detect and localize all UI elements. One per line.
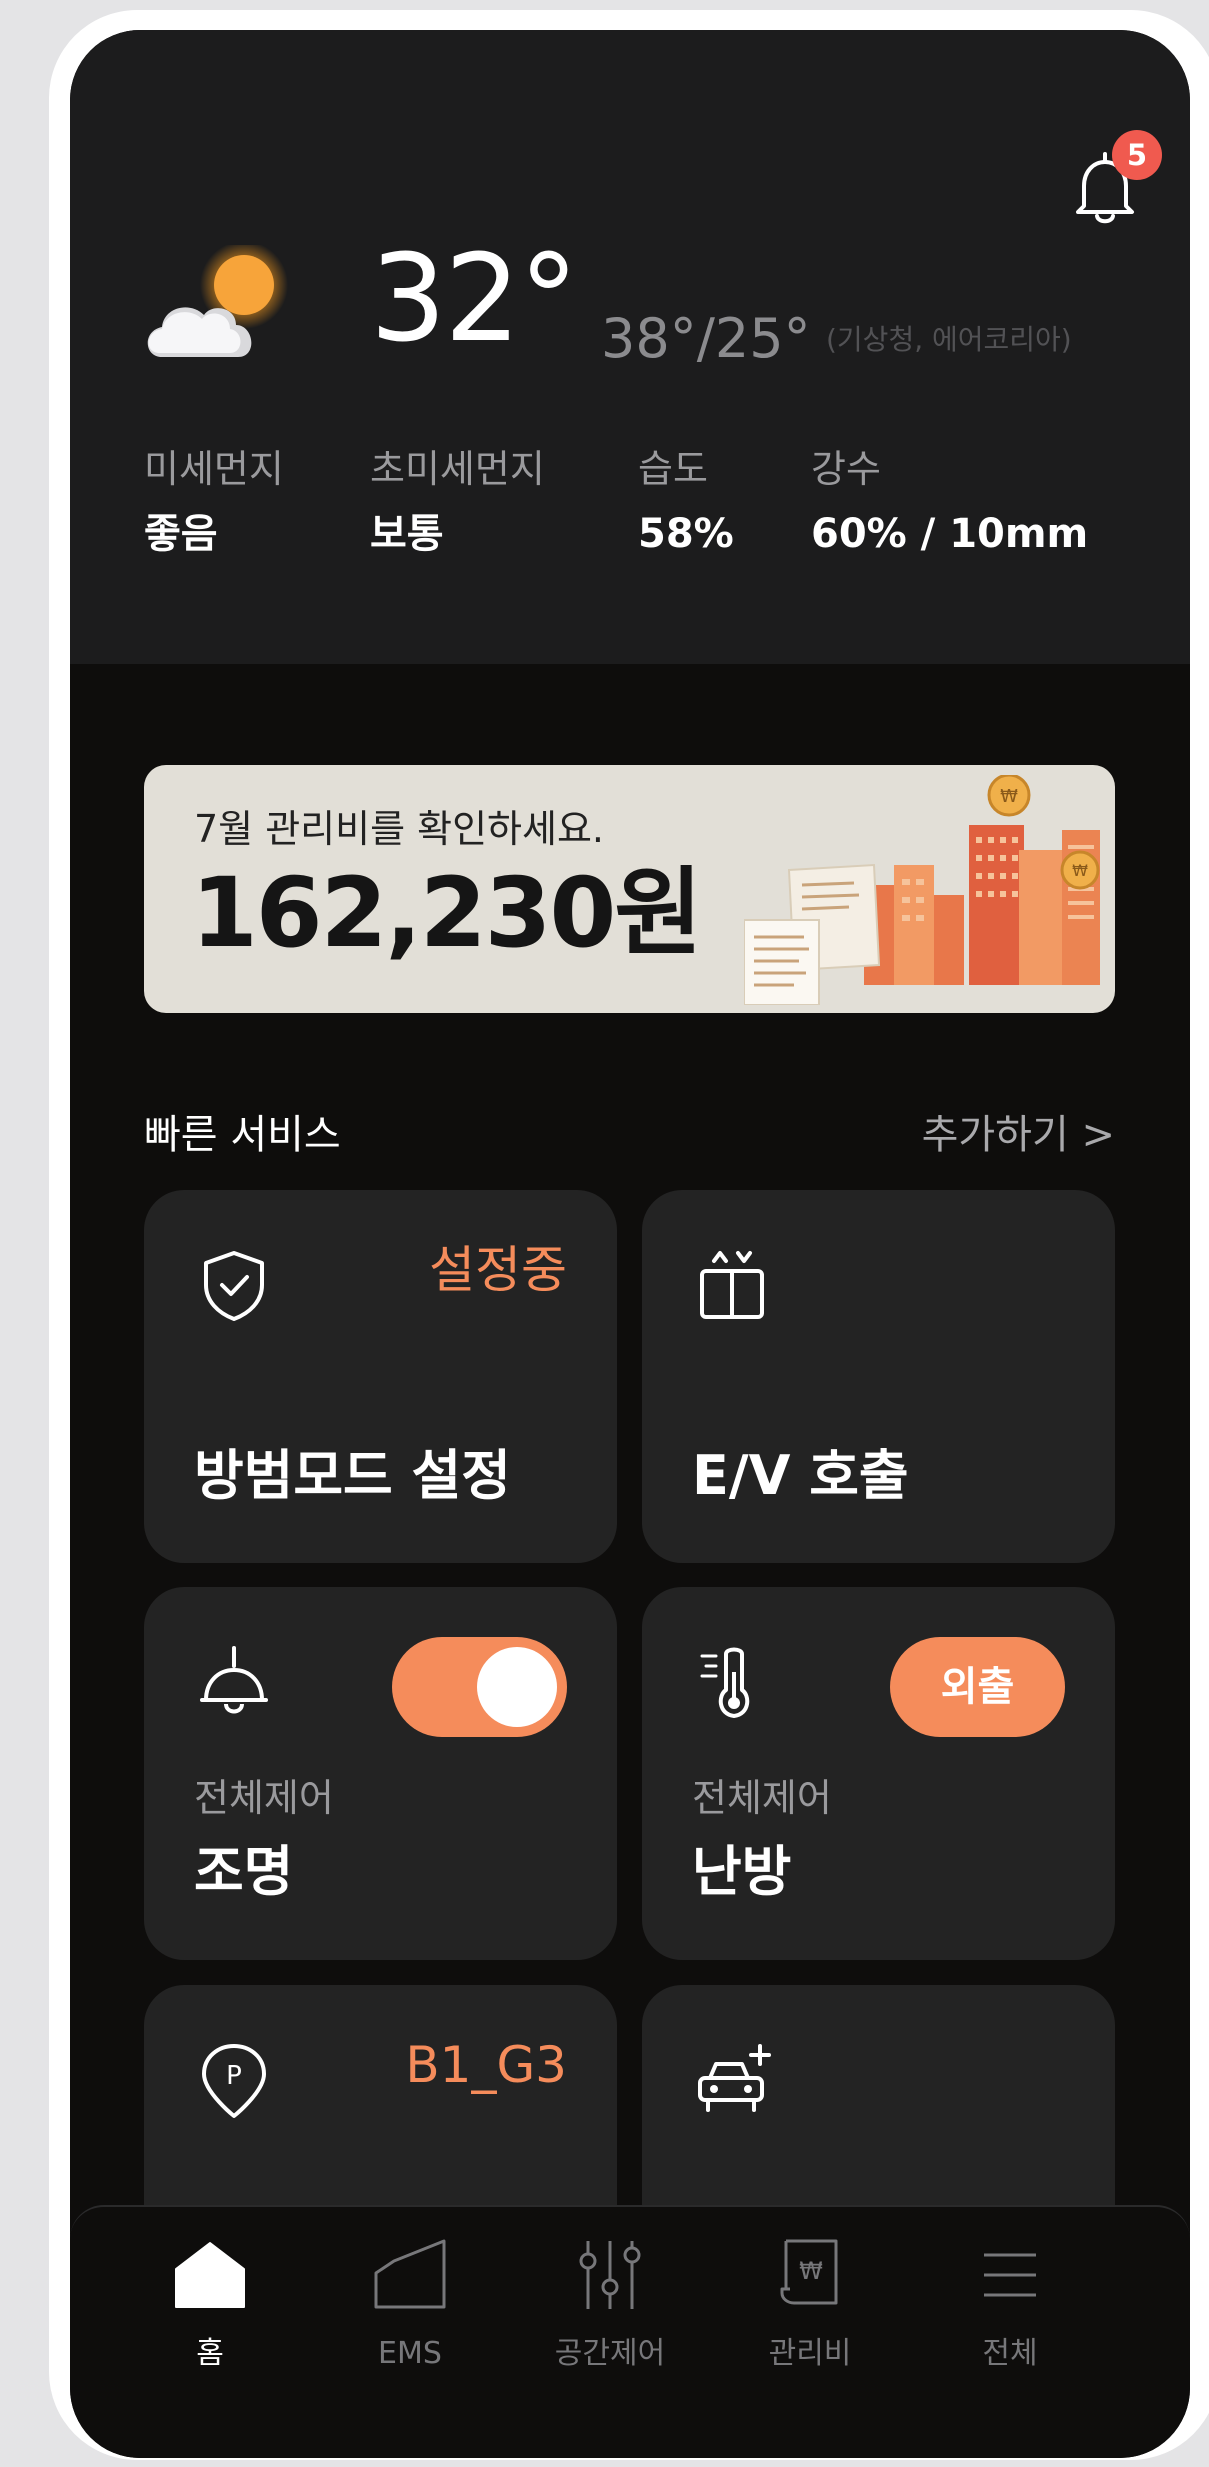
tab-space-control[interactable]: 공간제어 bbox=[520, 2235, 700, 2375]
high-low-temperature: 38°/25° bbox=[601, 307, 811, 370]
weather-source: (기상청, 에어코리아) bbox=[826, 323, 1072, 356]
metric-label: 미세먼지 bbox=[144, 447, 284, 491]
bill-label: 7월 관리비를 확인하세요. bbox=[194, 807, 605, 851]
bottom-tab-bar: 홈 EMS 공간제어 ₩ 관리비 전체 bbox=[70, 2205, 1190, 2458]
elevator-icon bbox=[700, 1251, 764, 1319]
tab-label: 전체 bbox=[982, 2336, 1038, 2371]
tab-home[interactable]: 홈 bbox=[120, 2235, 300, 2375]
tab-ems[interactable]: EMS bbox=[320, 2235, 500, 2375]
svg-text:₩: ₩ bbox=[1000, 786, 1018, 807]
svg-text:P: P bbox=[226, 2061, 242, 2091]
svg-text:₩: ₩ bbox=[1072, 861, 1088, 880]
metric-precipitation: 강수 60% / 10mm bbox=[811, 450, 1088, 554]
thermometer-icon bbox=[700, 1647, 750, 1718]
metric-value: 58% bbox=[638, 511, 734, 557]
lighting-control-card[interactable]: 전체제어 조명 bbox=[144, 1587, 617, 1960]
metric-label: 초미세먼지 bbox=[370, 447, 545, 491]
lighting-toggle[interactable] bbox=[392, 1637, 567, 1737]
security-status-badge: 설정중 bbox=[429, 1241, 567, 1299]
lamp-icon bbox=[200, 1646, 268, 1714]
tab-all[interactable]: 전체 bbox=[920, 2235, 1100, 2375]
menu-icon bbox=[984, 2253, 1036, 2297]
metric-value: 60% / 10mm bbox=[811, 511, 1089, 557]
tab-label: EMS bbox=[378, 2336, 442, 2371]
heating-control-card[interactable]: 외출 전체제어 난방 bbox=[642, 1587, 1115, 1960]
card-subtitle: 전체제어 bbox=[692, 1776, 832, 1820]
svg-text:₩: ₩ bbox=[799, 2257, 823, 2285]
metric-humidity: 습도 58% bbox=[638, 450, 734, 554]
elevator-call-card[interactable]: E/V 호출 bbox=[642, 1190, 1115, 1563]
metric-label: 습도 bbox=[638, 447, 708, 491]
sliders-icon bbox=[579, 2241, 641, 2309]
notification-count-badge: 5 bbox=[1112, 130, 1162, 180]
management-fee-banner[interactable]: 7월 관리비를 확인하세요. 162,230원 ₩ ₩ bbox=[144, 765, 1115, 1013]
card-title: 조명 bbox=[194, 1840, 294, 1903]
weather-panel: 5 32° 38°/25° (기상청, 에어코리아) 미세먼지 좋음 초미세먼지… bbox=[70, 30, 1190, 664]
heating-mode-pill[interactable]: 외출 bbox=[890, 1637, 1065, 1737]
metric-value: 좋음 bbox=[144, 511, 218, 557]
metric-fine-dust: 미세먼지 좋음 bbox=[144, 450, 284, 554]
card-title: 방범모드 설정 bbox=[194, 1444, 511, 1507]
tab-label: 관리비 bbox=[768, 2336, 852, 2371]
bill-receipt-icon: ₩ bbox=[780, 2239, 838, 2305]
tab-label: 홈 bbox=[196, 2336, 224, 2371]
tab-management-fee[interactable]: ₩ 관리비 bbox=[720, 2235, 900, 2375]
quick-services-title: 빠른 서비스 bbox=[144, 1112, 341, 1158]
metric-ultrafine-dust: 초미세먼지 보통 bbox=[370, 450, 545, 554]
sun-cloud-icon bbox=[147, 245, 288, 357]
current-temperature: 32° bbox=[370, 230, 579, 369]
tab-label: 공간제어 bbox=[554, 2336, 666, 2371]
city-bill-illustration: ₩ ₩ bbox=[744, 775, 1100, 1005]
card-title: E/V 호출 bbox=[692, 1444, 909, 1507]
shield-check-icon bbox=[204, 1251, 264, 1321]
car-add-icon bbox=[698, 2044, 771, 2112]
card-subtitle: 전체제어 bbox=[194, 1776, 334, 1820]
metric-value: 보통 bbox=[370, 511, 444, 557]
ems-chart-icon bbox=[374, 2239, 446, 2309]
metric-label: 강수 bbox=[811, 447, 881, 491]
parking-pin-icon: P bbox=[202, 2044, 266, 2118]
security-mode-card[interactable]: 설정중 방범모드 설정 bbox=[144, 1190, 617, 1563]
home-icon bbox=[175, 2242, 245, 2308]
app-screen: 5 32° 38°/25° (기상청, 에어코리아) 미세먼지 좋음 초미세먼지… bbox=[70, 30, 1190, 2458]
add-service-link[interactable]: 추가하기 > bbox=[922, 1115, 1115, 1155]
toggle-knob bbox=[477, 1647, 557, 1727]
bill-amount: 162,230원 bbox=[191, 857, 703, 969]
parking-spot-badge: B1_G3 bbox=[405, 2036, 567, 2094]
card-title: 난방 bbox=[692, 1840, 792, 1903]
